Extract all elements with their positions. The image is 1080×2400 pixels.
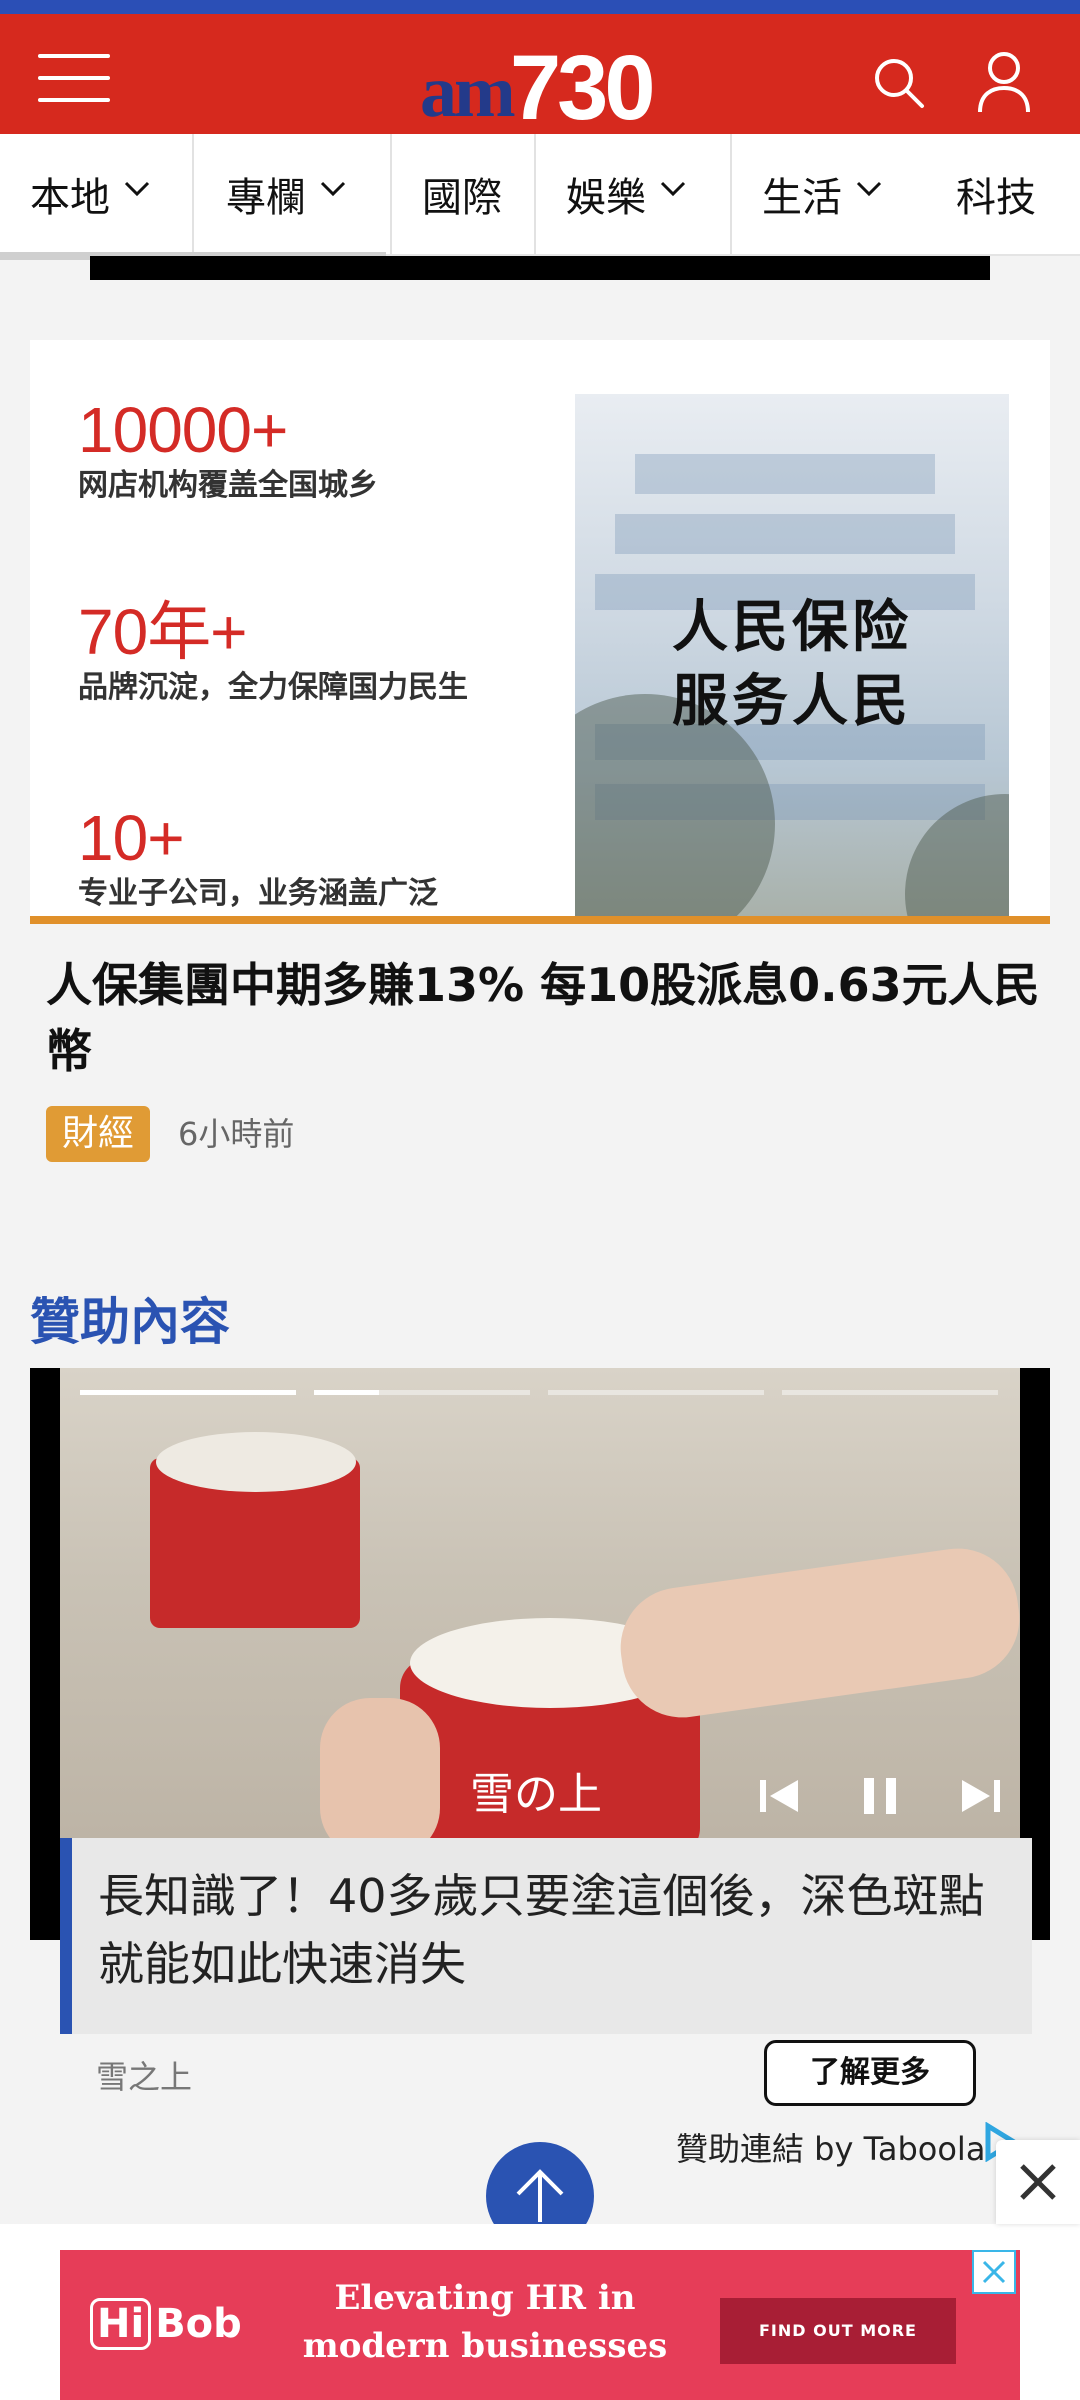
- nav-divider: [390, 134, 392, 254]
- chevron-down-icon: [660, 181, 686, 197]
- ad-placeholder-bar: [90, 256, 990, 280]
- slogan-line: 人民保险: [672, 595, 912, 660]
- building-photo: 人民保险 服务人民: [575, 394, 1009, 922]
- nav-item-label: 科技: [956, 175, 1036, 221]
- story-progress: [80, 1390, 296, 1395]
- stat-description: 品牌沉淀，全力保障国力民生: [78, 670, 468, 705]
- nav-item-label: 本地: [30, 175, 110, 221]
- article-time: 6小時前: [178, 1115, 295, 1153]
- hibob-logo: Hi Bob: [90, 2298, 242, 2350]
- stat-description: 专业子公司，业务涵盖广泛: [78, 876, 438, 911]
- nav-item-technology[interactable]: 科技: [956, 134, 1036, 254]
- logo-hi: Hi: [90, 2298, 152, 2350]
- category-nav: 本地 專欄 國際 娛樂 生活 科技: [0, 134, 1080, 256]
- article-image[interactable]: 10000+ 网店机构覆盖全国城乡 70年+ 品牌沉淀，全力保障国力民生 10+…: [30, 340, 1050, 922]
- article-divider: [30, 916, 1050, 924]
- ad-headline-line: modern businesses: [302, 2326, 668, 2366]
- nav-item-columns[interactable]: 專欄: [226, 134, 346, 254]
- nav-item-label: 國際: [422, 175, 502, 221]
- nav-item-international[interactable]: 國際: [422, 134, 502, 254]
- search-icon[interactable]: [872, 56, 926, 110]
- nav-item-lifestyle[interactable]: 生活: [762, 134, 882, 254]
- close-icon: [1020, 2164, 1056, 2200]
- bottom-banner-ad[interactable]: Hi Bob Elevating HR in modern businesses …: [60, 2250, 1020, 2400]
- find-out-more-button[interactable]: FIND OUT MORE: [720, 2298, 956, 2364]
- top-accent-line: [0, 0, 1080, 14]
- nav-divider: [730, 134, 732, 254]
- menu-icon[interactable]: [38, 50, 110, 106]
- next-icon[interactable]: [950, 1766, 1010, 1826]
- stat-number: 70年+: [78, 596, 248, 668]
- story-progress: [782, 1390, 998, 1395]
- ad-headline-line: Elevating HR in: [334, 2278, 636, 2318]
- hand: [320, 1698, 440, 1838]
- previous-icon[interactable]: [750, 1766, 810, 1826]
- article-title[interactable]: 人保集團中期多賺13% 每10股派息0.63元人民幣: [46, 952, 1046, 1084]
- stat-block: 70年+ 品牌沉淀，全力保障国力民生: [78, 596, 468, 708]
- caption-text: 長知識了！40多歲只要塗這個後，深色斑點就能如此快速消失: [98, 1869, 985, 1991]
- stat-description: 网店机构覆盖全国城乡: [78, 468, 378, 503]
- nav-item-label: 生活: [762, 175, 842, 221]
- category-tag[interactable]: 財經: [46, 1106, 151, 1162]
- logo-bob: Bob: [155, 2301, 242, 2347]
- building-facade: [615, 514, 955, 554]
- building-facade: [635, 454, 935, 494]
- stat-block: 10+ 专业子公司，业务涵盖广泛: [78, 802, 438, 914]
- sponsored-heading: 贊助內容: [30, 1293, 230, 1351]
- chevron-down-icon: [124, 181, 150, 197]
- nav-item-label: 專欄: [226, 175, 306, 221]
- ad-headline: Elevating HR in modern businesses: [260, 2274, 710, 2370]
- progress-fill: [80, 1390, 296, 1395]
- close-ad-button[interactable]: [996, 2140, 1080, 2224]
- ad-close-button[interactable]: [972, 2250, 1016, 2294]
- site-logo[interactable]: am 730: [420, 36, 680, 139]
- sponsor-brand: 雪之上: [96, 2058, 193, 2096]
- nav-item-entertainment[interactable]: 娛樂: [566, 134, 686, 254]
- nav-item-label: 娛樂: [566, 175, 646, 221]
- close-icon: [982, 2260, 1006, 2284]
- nav-item-local[interactable]: 本地: [30, 134, 150, 254]
- product-jar-lid: [156, 1432, 356, 1492]
- slogan-line: 服务人民: [672, 669, 912, 734]
- taboola-attribution[interactable]: 贊助連結 by Taboola: [676, 2124, 985, 2170]
- logo-730-text: 730: [510, 37, 655, 139]
- site-header: am 730: [0, 14, 1080, 139]
- stat-number: 10+: [78, 802, 185, 874]
- chevron-down-icon: [856, 181, 882, 197]
- nav-divider: [192, 134, 194, 254]
- logo-am-text: am: [420, 51, 516, 133]
- story-progress: [548, 1390, 764, 1395]
- sponsored-caption[interactable]: 長知識了！40多歲只要塗這個後，深色斑點就能如此快速消失: [60, 1838, 1032, 2034]
- learn-more-button[interactable]: 了解更多: [764, 2040, 976, 2106]
- stat-number: 10000+: [78, 394, 288, 466]
- user-icon[interactable]: [976, 50, 1032, 116]
- hand: [612, 1540, 1020, 1726]
- chevron-down-icon: [320, 181, 346, 197]
- nav-divider: [534, 134, 536, 254]
- stat-block: 10000+ 网店机构覆盖全国城乡: [78, 394, 378, 506]
- progress-fill: [314, 1390, 379, 1395]
- jar-brand-text: 雪の上: [470, 1769, 602, 1820]
- pause-icon[interactable]: [850, 1766, 910, 1826]
- story-progress: [314, 1390, 530, 1395]
